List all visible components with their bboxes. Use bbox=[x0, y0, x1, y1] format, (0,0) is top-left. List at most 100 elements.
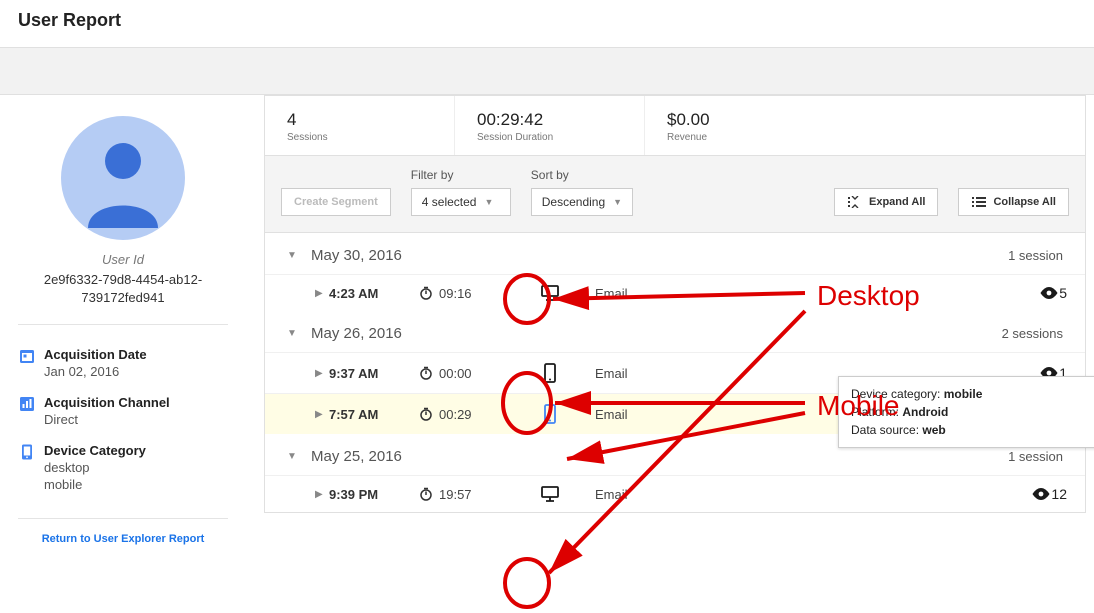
summary-stats: 4 Sessions 00:29:42 Session Duration $0.… bbox=[265, 96, 1085, 156]
session-duration: 19:57 bbox=[435, 487, 505, 502]
collapse-all-button[interactable]: Collapse All bbox=[958, 188, 1069, 216]
mobile-icon bbox=[505, 404, 595, 424]
expand-all-label: Expand All bbox=[869, 196, 925, 208]
desktop-icon bbox=[505, 486, 595, 502]
sidebar-separator bbox=[18, 324, 228, 325]
tooltip-line: Platform: bbox=[851, 405, 899, 419]
collapse-icon bbox=[971, 196, 987, 208]
user-id-value: 2e9f6332-79d8-4454-ab12- 739172fed941 bbox=[18, 271, 228, 306]
chevron-right-icon: ▶ bbox=[315, 368, 329, 379]
page-title: User Report bbox=[0, 0, 1094, 47]
session-channel: Email bbox=[595, 407, 775, 422]
acq-date-row: Acquisition Date Jan 02, 2016 bbox=[18, 339, 228, 387]
calendar-icon bbox=[18, 347, 44, 368]
filter-toolbar: Create Segment Filter by 4 selected ▼ So… bbox=[265, 156, 1085, 233]
stopwatch-icon bbox=[419, 286, 435, 300]
mobile-icon bbox=[18, 443, 44, 464]
acq-date-label: Acquisition Date bbox=[44, 347, 147, 362]
date-group-date: May 26, 2016 bbox=[311, 325, 402, 342]
user-avatar bbox=[18, 113, 228, 246]
stat-sessions: 4 Sessions bbox=[265, 96, 455, 155]
chevron-right-icon: ▶ bbox=[315, 409, 329, 420]
sort-by-value: Descending bbox=[542, 195, 605, 209]
stat-duration: 00:29:42 Session Duration bbox=[455, 96, 645, 155]
device-tooltip: Device category: mobile Platform: Androi… bbox=[838, 376, 1094, 448]
tooltip-line: Device category: bbox=[851, 387, 940, 401]
date-group-count: 1 session bbox=[1008, 248, 1063, 263]
stat-revenue-label: Revenue bbox=[667, 132, 813, 143]
date-group-date: May 30, 2016 bbox=[311, 247, 402, 264]
session-views: 12 bbox=[1051, 486, 1067, 502]
filter-by-value: 4 selected bbox=[422, 195, 477, 209]
date-group-date: May 25, 2016 bbox=[311, 448, 402, 465]
expand-icon bbox=[847, 196, 863, 208]
chevron-down-icon: ▼ bbox=[287, 328, 303, 339]
chevron-down-icon: ▼ bbox=[613, 197, 622, 207]
chevron-down-icon: ▼ bbox=[484, 197, 493, 207]
session-channel: Email bbox=[595, 487, 775, 502]
stat-sessions-label: Sessions bbox=[287, 132, 432, 143]
stat-sessions-value: 4 bbox=[287, 110, 432, 130]
expand-all-button[interactable]: Expand All bbox=[834, 188, 938, 216]
session-row[interactable]: ▶ 9:39 PM 19:57 Email 12 bbox=[265, 475, 1085, 512]
date-group-count: 2 sessions bbox=[1002, 326, 1063, 341]
date-group-row[interactable]: ▼ May 26, 2016 2 sessions bbox=[265, 311, 1085, 352]
filter-by-label: Filter by bbox=[411, 168, 511, 182]
user-id-line1: 2e9f6332-79d8-4454-ab12- bbox=[44, 272, 202, 287]
session-time: 9:39 PM bbox=[329, 487, 419, 502]
session-time: 9:37 AM bbox=[329, 366, 419, 381]
toolbar-strip bbox=[0, 47, 1094, 95]
acq-channel-row: Acquisition Channel Direct bbox=[18, 387, 228, 435]
tooltip-value: web bbox=[922, 423, 945, 437]
session-channel: Email bbox=[595, 366, 775, 381]
create-segment-button[interactable]: Create Segment bbox=[281, 188, 391, 216]
session-channel: Email bbox=[595, 286, 775, 301]
session-row[interactable]: ▶ 7:57 AM 00:29 Email 3 Dev bbox=[265, 393, 1085, 434]
bar-chart-icon bbox=[18, 395, 44, 416]
user-id-label: User Id bbox=[18, 252, 228, 267]
stat-revenue-value: $0.00 bbox=[667, 110, 813, 130]
main-panel: 4 Sessions 00:29:42 Session Duration $0.… bbox=[264, 95, 1086, 513]
return-link[interactable]: Return to User Explorer Report bbox=[18, 533, 228, 545]
stat-duration-label: Session Duration bbox=[477, 132, 622, 143]
desktop-icon bbox=[505, 285, 595, 301]
sort-by-dropdown[interactable]: Descending ▼ bbox=[531, 188, 633, 216]
device-category-label: Device Category bbox=[44, 443, 146, 458]
chevron-right-icon: ▶ bbox=[315, 288, 329, 299]
session-duration: 00:29 bbox=[435, 407, 505, 422]
sidebar: User Id 2e9f6332-79d8-4454-ab12- 739172f… bbox=[0, 95, 240, 555]
acq-date-value: Jan 02, 2016 bbox=[44, 364, 147, 379]
stat-duration-value: 00:29:42 bbox=[477, 110, 622, 130]
user-id-line2: 739172fed941 bbox=[81, 290, 164, 305]
acq-channel-label: Acquisition Channel bbox=[44, 395, 170, 410]
tooltip-value: Android bbox=[902, 405, 948, 419]
session-time: 7:57 AM bbox=[329, 407, 419, 422]
device-category-row: Device Category desktop mobile bbox=[18, 435, 228, 500]
eye-icon bbox=[1031, 487, 1051, 501]
chevron-down-icon: ▼ bbox=[287, 451, 303, 462]
device-category-value-1: desktop bbox=[44, 460, 146, 475]
filter-by-dropdown[interactable]: 4 selected ▼ bbox=[411, 188, 511, 216]
session-time: 4:23 AM bbox=[329, 286, 419, 301]
session-row[interactable]: ▶ 4:23 AM 09:16 Email 5 bbox=[265, 274, 1085, 311]
date-group-count: 1 session bbox=[1008, 449, 1063, 464]
stopwatch-icon bbox=[419, 407, 435, 421]
acq-channel-value: Direct bbox=[44, 412, 170, 427]
stat-revenue: $0.00 Revenue bbox=[645, 96, 835, 155]
mobile-icon bbox=[505, 363, 595, 383]
sort-by-label: Sort by bbox=[531, 168, 633, 182]
stopwatch-icon bbox=[419, 487, 435, 501]
session-views: 5 bbox=[1059, 285, 1067, 301]
device-category-value-2: mobile bbox=[44, 477, 146, 492]
collapse-all-label: Collapse All bbox=[993, 196, 1056, 208]
sidebar-separator-2 bbox=[18, 518, 228, 519]
chevron-down-icon: ▼ bbox=[287, 250, 303, 261]
session-list: ▼ May 30, 2016 1 session ▶ 4:23 AM 09:16… bbox=[265, 233, 1085, 512]
eye-icon bbox=[1039, 286, 1059, 300]
tooltip-line: Data source: bbox=[851, 423, 919, 437]
tooltip-value: mobile bbox=[944, 387, 983, 401]
date-group-row[interactable]: ▼ May 30, 2016 1 session bbox=[265, 233, 1085, 274]
chevron-right-icon: ▶ bbox=[315, 489, 329, 500]
session-duration: 09:16 bbox=[435, 286, 505, 301]
session-duration: 00:00 bbox=[435, 366, 505, 381]
